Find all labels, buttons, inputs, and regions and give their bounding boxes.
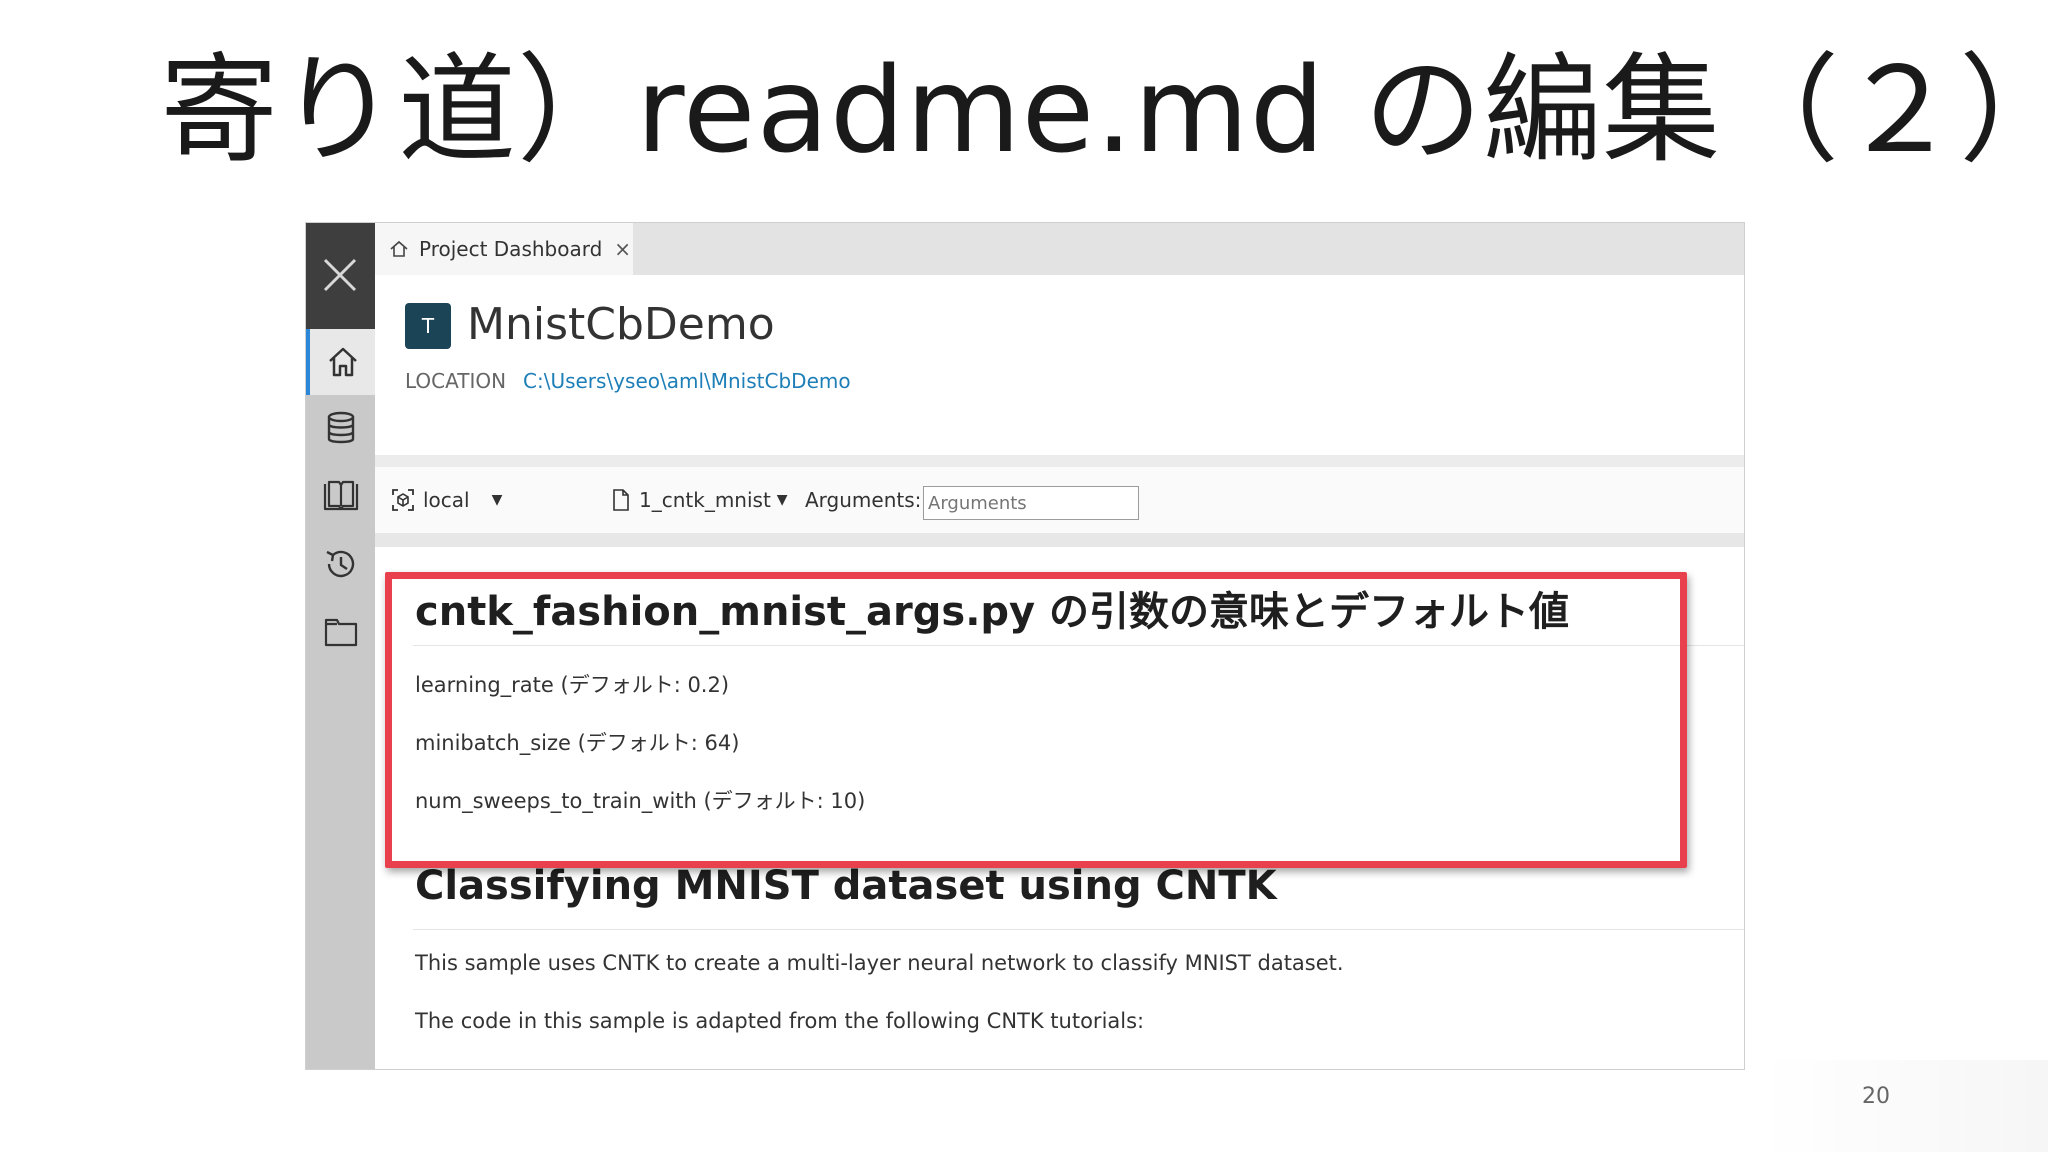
close-icon: [323, 258, 357, 292]
chevron-down-icon: ▼: [491, 492, 503, 508]
arguments-input[interactable]: [923, 486, 1139, 520]
sidebar-item-history[interactable]: [306, 531, 375, 597]
target-select[interactable]: local ▼: [391, 467, 502, 533]
tab-project-dashboard[interactable]: Project Dashboard ×: [375, 223, 633, 275]
tab-label: Project Dashboard: [419, 237, 603, 261]
compute-target-icon: [392, 489, 414, 511]
divider: [375, 533, 1744, 547]
project-name: MnistCbDemo: [467, 299, 775, 350]
heading-rule: [413, 929, 1744, 930]
home-icon: [328, 347, 357, 377]
tab-bar: Project Dashboard ×: [375, 223, 1744, 275]
readme-heading-main: Classifying MNIST dataset using CNTK: [415, 863, 1277, 909]
sidebar-item-files[interactable]: [306, 599, 375, 665]
sidebar-item-data[interactable]: [306, 395, 375, 461]
home-icon: [390, 240, 408, 257]
chevron-down-icon: ▼: [776, 492, 788, 508]
close-button[interactable]: [306, 223, 375, 329]
sidebar-item-home[interactable]: [306, 329, 375, 395]
book-icon: [323, 480, 358, 511]
database-icon: [327, 411, 354, 444]
page-number: 20: [1862, 1084, 1890, 1109]
folder-icon: [324, 618, 357, 647]
project-badge: T: [405, 303, 451, 349]
location-link[interactable]: C:\Users\yseo\aml\MnistCbDemo: [523, 369, 851, 393]
arguments-label: Arguments:: [805, 488, 922, 512]
file-icon: [613, 489, 629, 511]
sidebar: [306, 223, 375, 1069]
divider: [375, 455, 1744, 467]
readme-paragraph: The code in this sample is adapted from …: [415, 1009, 1145, 1033]
readme-paragraph: This sample uses CNTK to create a multi-…: [415, 951, 1344, 975]
run-toolbar: local ▼ 1_cntk_mnist ▼ Arguments:: [375, 467, 1744, 533]
script-value: 1_cntk_mnist: [639, 488, 771, 512]
history-icon: [325, 550, 354, 578]
sidebar-item-notebooks[interactable]: [306, 463, 375, 529]
script-select[interactable]: 1_cntk_mnist ▼: [611, 467, 788, 533]
location-label: LOCATION: [405, 369, 507, 393]
highlight-box: [385, 572, 1687, 868]
slide-title: 寄り道）readme.md の編集（２）: [160, 41, 2048, 179]
target-value: local: [423, 488, 470, 512]
tab-close-button[interactable]: ×: [614, 237, 631, 261]
corner-shadow: [1762, 1060, 2048, 1152]
